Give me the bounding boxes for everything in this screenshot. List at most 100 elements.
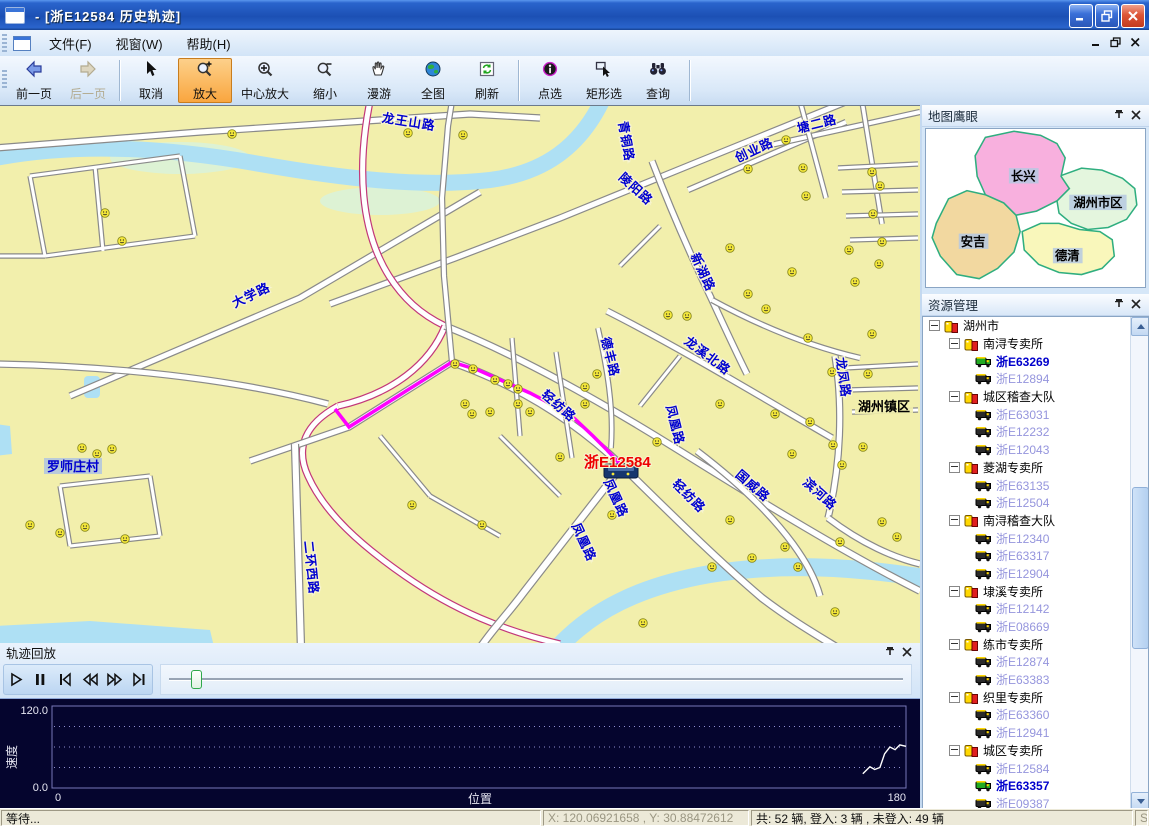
- tree-node-vehicle[interactable]: 浙E08669: [923, 618, 1131, 636]
- zoom-in-button[interactable]: 放大: [178, 58, 232, 103]
- vehicle-marker-icon[interactable]: [639, 619, 648, 628]
- pan-button[interactable]: 漫游: [352, 58, 406, 103]
- vehicle-marker-icon[interactable]: [794, 563, 803, 572]
- vehicle-marker-icon[interactable]: [744, 165, 753, 174]
- vehicle-marker-icon[interactable]: [708, 563, 717, 572]
- tree-node-vehicle[interactable]: 浙E12584: [923, 759, 1131, 777]
- vehicle-marker-icon[interactable]: [514, 400, 523, 409]
- vehicle-marker-icon[interactable]: [869, 210, 878, 219]
- restore-button[interactable]: [1095, 4, 1119, 28]
- tree-collapse-toggle[interactable]: [949, 462, 960, 473]
- vehicle-marker-icon[interactable]: [802, 192, 811, 201]
- tree-node-vehicle[interactable]: 浙E12340: [923, 529, 1131, 547]
- vehicle-marker-icon[interactable]: [806, 418, 815, 427]
- vehicle-marker-icon[interactable]: [581, 383, 590, 392]
- playback-slider[interactable]: [160, 664, 912, 695]
- vehicle-marker-icon[interactable]: [744, 290, 753, 299]
- tree-node-vehicle[interactable]: 浙E12894: [923, 370, 1131, 388]
- vehicle-marker-icon[interactable]: [593, 370, 602, 379]
- menu-window[interactable]: 视窗(W): [104, 31, 175, 56]
- vehicle-marker-icon[interactable]: [838, 461, 847, 470]
- tree-node-vehicle[interactable]: 浙E63269: [923, 352, 1131, 370]
- scroll-thumb[interactable]: [1132, 487, 1149, 649]
- vehicle-marker-icon[interactable]: [762, 305, 771, 314]
- vehicle-marker-icon[interactable]: [788, 450, 797, 459]
- map-viewport[interactable]: 龙王山路青铜路陵阳路创业路塘二路新湖路大学路德丰路龙溪北路轻纺路凤凰路龙凤路国威…: [0, 105, 920, 644]
- menubar-grip[interactable]: [2, 34, 7, 52]
- mdi-minimize-button[interactable]: [1091, 35, 1102, 53]
- vehicle-marker-icon[interactable]: [451, 360, 460, 369]
- vehicle-marker-icon[interactable]: [829, 441, 838, 450]
- tree-collapse-toggle[interactable]: [949, 338, 960, 349]
- vehicle-marker-icon[interactable]: [101, 209, 110, 218]
- vehicle-marker-icon[interactable]: [404, 129, 413, 138]
- vehicle-marker-icon[interactable]: [782, 136, 791, 145]
- vehicle-marker-icon[interactable]: [851, 278, 860, 287]
- tree-node-city[interactable]: 湖州市: [923, 317, 1131, 335]
- tree-collapse-toggle[interactable]: [949, 586, 960, 597]
- tree-collapse-toggle[interactable]: [949, 391, 960, 402]
- vehicle-marker-icon[interactable]: [836, 538, 845, 547]
- close-panel-icon[interactable]: [1131, 296, 1141, 314]
- vehicle-marker-icon[interactable]: [26, 521, 35, 530]
- map-canvas[interactable]: 龙王山路青铜路陵阳路创业路塘二路新湖路大学路德丰路龙溪北路轻纺路凤凰路龙凤路国威…: [0, 106, 920, 644]
- close-button[interactable]: [1121, 4, 1145, 28]
- skip-start-button[interactable]: [55, 668, 77, 692]
- tree-node-group[interactable]: 城区稽查大队: [923, 388, 1131, 406]
- tree-node-group[interactable]: 南浔稽查大队: [923, 512, 1131, 530]
- tree-node-vehicle[interactable]: 浙E12142: [923, 600, 1131, 618]
- tree-collapse-toggle[interactable]: [949, 745, 960, 756]
- vehicle-marker-icon[interactable]: [121, 535, 130, 544]
- tree-node-vehicle[interactable]: 浙E63357: [923, 777, 1131, 795]
- tree-node-vehicle[interactable]: 浙E63135: [923, 476, 1131, 494]
- vehicle-marker-icon[interactable]: [664, 311, 673, 320]
- full-map-button[interactable]: 全图: [406, 58, 460, 103]
- title-bar[interactable]: - [浙E12584 历史轨迹]: [0, 0, 1149, 30]
- tree-collapse-toggle[interactable]: [929, 320, 940, 331]
- pause-button[interactable]: [30, 668, 52, 692]
- close-panel-icon[interactable]: [902, 644, 912, 662]
- vehicle-marker-icon[interactable]: [726, 516, 735, 525]
- menu-help[interactable]: 帮助(H): [175, 31, 243, 56]
- tree-scrollbar[interactable]: [1130, 317, 1148, 811]
- play-button[interactable]: [5, 668, 27, 692]
- vehicle-marker-icon[interactable]: [859, 443, 868, 452]
- slider-groove[interactable]: [169, 678, 903, 681]
- vehicle-marker-icon[interactable]: [804, 334, 813, 343]
- vehicle-marker-icon[interactable]: [228, 130, 237, 139]
- vehicle-marker-icon[interactable]: [514, 385, 523, 394]
- query-button[interactable]: 查询: [631, 58, 685, 103]
- vehicle-marker-icon[interactable]: [876, 182, 885, 191]
- vehicle-marker-icon[interactable]: [878, 238, 887, 247]
- vehicle-marker-icon[interactable]: [726, 244, 735, 253]
- vehicle-marker-icon[interactable]: [491, 376, 500, 385]
- tree-collapse-toggle[interactable]: [949, 692, 960, 703]
- vehicle-marker-icon[interactable]: [845, 246, 854, 255]
- tree-node-vehicle[interactable]: 浙E63317: [923, 547, 1131, 565]
- prev-page-button[interactable]: 前一页: [7, 58, 61, 103]
- tree-node-group[interactable]: 南浔专卖所: [923, 335, 1131, 353]
- vehicle-marker-icon[interactable]: [56, 529, 65, 538]
- vehicle-marker-icon[interactable]: [81, 523, 90, 532]
- tree-node-vehicle[interactable]: 浙E12941: [923, 724, 1131, 742]
- vehicle-marker-icon[interactable]: [799, 164, 808, 173]
- close-panel-icon[interactable]: [1131, 107, 1141, 125]
- zoom-out-button[interactable]: 缩小: [298, 58, 352, 103]
- vehicle-marker-icon[interactable]: [469, 365, 478, 374]
- vehicle-marker-icon[interactable]: [526, 408, 535, 417]
- vehicle-marker-icon[interactable]: [683, 312, 692, 321]
- pin-icon[interactable]: [1114, 296, 1124, 314]
- vehicle-marker-icon[interactable]: [581, 400, 590, 409]
- tree-node-vehicle[interactable]: 浙E12904: [923, 565, 1131, 583]
- tree-node-vehicle[interactable]: 浙E12504: [923, 494, 1131, 512]
- scroll-up-button[interactable]: [1131, 317, 1149, 336]
- slider-thumb[interactable]: [191, 670, 202, 689]
- tree-collapse-toggle[interactable]: [949, 515, 960, 526]
- fast-forward-button[interactable]: [104, 668, 126, 692]
- vehicle-marker-icon[interactable]: [486, 408, 495, 417]
- tree-node-vehicle[interactable]: 浙E63383: [923, 671, 1131, 689]
- vehicle-marker-icon[interactable]: [875, 260, 884, 269]
- vehicle-marker-icon[interactable]: [461, 400, 470, 409]
- vehicle-marker-icon[interactable]: [868, 330, 877, 339]
- vehicle-marker-icon[interactable]: [78, 444, 87, 453]
